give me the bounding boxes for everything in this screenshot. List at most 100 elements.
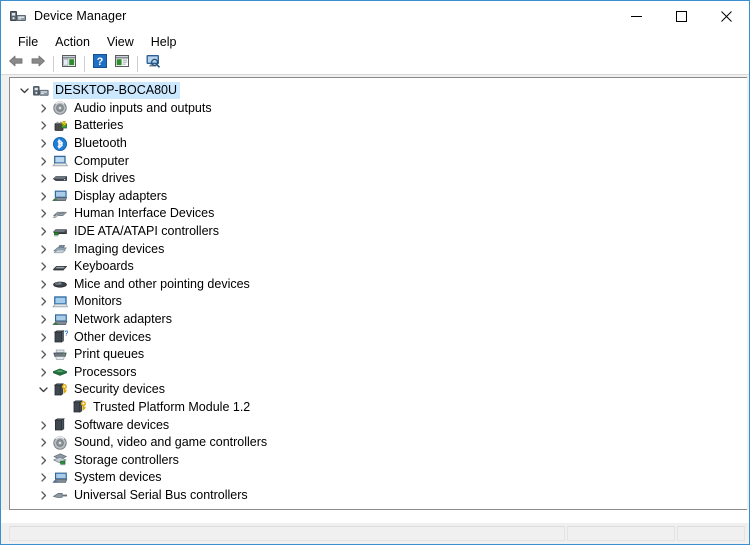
tree-item-bluetooth[interactable]: Bluetooth <box>10 135 747 153</box>
chevron-down-icon[interactable] <box>16 83 32 99</box>
chevron-right-icon[interactable] <box>35 487 51 503</box>
chevron-right-icon[interactable] <box>35 206 51 222</box>
chevron-right-icon[interactable] <box>35 171 51 187</box>
device-manager-window: Device Manager File Action View Help ? D… <box>0 0 750 545</box>
tree-item-network-adapters[interactable]: Network adapters <box>10 311 747 329</box>
tree-item-label: Security devices <box>74 382 166 397</box>
chevron-down-icon[interactable] <box>35 382 51 398</box>
maximize-button[interactable] <box>659 1 704 31</box>
tree-item-monitors[interactable]: Monitors <box>10 293 747 311</box>
chevron-right-icon[interactable] <box>35 364 51 380</box>
scan-hardware-icon <box>145 54 161 73</box>
chevron-right-icon[interactable] <box>35 224 51 240</box>
minimize-button[interactable] <box>614 1 659 31</box>
toolbar-separator <box>84 55 85 72</box>
tree-item-label: Disk drives <box>74 171 136 186</box>
speaker-icon <box>51 435 68 451</box>
tree-item-security-devices[interactable]: Security devices <box>10 381 747 399</box>
tree-item-trusted-platform-module[interactable]: Trusted Platform Module 1.2 <box>10 399 747 417</box>
properties-icon <box>114 54 130 73</box>
show-hide-console-tree-button[interactable] <box>58 54 80 74</box>
chevron-right-icon[interactable] <box>35 118 51 134</box>
tree-item-processors[interactable]: Processors <box>10 364 747 382</box>
forward-button[interactable] <box>27 54 49 74</box>
usb-controller-icon <box>51 487 68 503</box>
tree-item-software-devices[interactable]: Software devices <box>10 416 747 434</box>
tree-item-keyboards[interactable]: Keyboards <box>10 258 747 276</box>
tree-item-label: Computer <box>74 153 129 168</box>
tree-item-label: Print queues <box>74 347 145 362</box>
chevron-right-icon[interactable] <box>35 312 51 328</box>
device-tree-pane[interactable]: DESKTOP-BOCA80U Audio inputs and outputs… <box>9 77 747 510</box>
tree-item-batteries[interactable]: Batteries <box>10 117 747 135</box>
chevron-right-icon[interactable] <box>35 470 51 486</box>
tree-item-storage-controllers[interactable]: Storage controllers <box>10 451 747 469</box>
security-device-icon <box>51 382 68 398</box>
chevron-right-icon[interactable] <box>35 188 51 204</box>
help-button[interactable]: ? <box>89 54 111 74</box>
ide-controller-icon <box>51 224 68 240</box>
menu-action[interactable]: Action <box>47 33 98 52</box>
window-controls <box>614 1 749 31</box>
battery-icon <box>51 118 68 134</box>
tree-item-label: IDE ATA/ATAPI controllers <box>74 224 219 239</box>
tree-item-label: Other devices <box>74 329 152 344</box>
chevron-right-icon[interactable] <box>35 100 51 116</box>
chevron-right-icon[interactable] <box>35 136 51 152</box>
chevron-right-icon[interactable] <box>35 294 51 310</box>
menu-view[interactable]: View <box>99 33 142 52</box>
chevron-right-icon[interactable] <box>35 329 51 345</box>
properties-button[interactable] <box>111 54 133 74</box>
tree-item-label: Sound, video and game controllers <box>74 435 268 450</box>
close-button[interactable] <box>704 1 749 31</box>
menu-file[interactable]: File <box>10 33 46 52</box>
chevron-right-icon[interactable] <box>35 347 51 363</box>
tree-item-label: Bluetooth <box>74 136 127 151</box>
forward-arrow-icon <box>30 54 46 73</box>
tree-item-ide-ata-atapi-controllers[interactable]: IDE ATA/ATAPI controllers <box>10 223 747 241</box>
system-device-icon <box>51 470 68 486</box>
status-pane-main <box>9 526 565 541</box>
tree-item-human-interface-devices[interactable]: Human Interface Devices <box>10 205 747 223</box>
tree-item-root[interactable]: DESKTOP-BOCA80U <box>10 82 747 100</box>
status-pane-second <box>567 526 675 541</box>
chevron-right-icon[interactable] <box>35 241 51 257</box>
scan-for-hardware-changes-button[interactable] <box>142 54 164 74</box>
menu-bar: File Action View Help <box>1 31 749 53</box>
tree-item-universal-serial-bus-controllers[interactable]: Universal Serial Bus controllers <box>10 487 747 505</box>
other-device-icon: ? <box>51 329 68 345</box>
minimize-icon <box>631 11 642 22</box>
tree-item-audio-inputs-and-outputs[interactable]: Audio inputs and outputs <box>10 100 747 118</box>
tree-item-disk-drives[interactable]: Disk drives <box>10 170 747 188</box>
tree-item-display-adapters[interactable]: Display adapters <box>10 188 747 206</box>
chevron-right-icon[interactable] <box>35 153 51 169</box>
chevron-right-icon[interactable] <box>35 435 51 451</box>
tree-item-label: Human Interface Devices <box>74 206 215 221</box>
tree-item-imaging-devices[interactable]: Imaging devices <box>10 240 747 258</box>
menu-help[interactable]: Help <box>143 33 185 52</box>
tree-item-sound-video-and-game-controllers[interactable]: Sound, video and game controllers <box>10 434 747 452</box>
tree-item-label: Trusted Platform Module 1.2 <box>93 399 251 414</box>
back-button[interactable] <box>5 54 27 74</box>
tree-item-label: Keyboards <box>74 259 134 274</box>
tree-item-print-queues[interactable]: Print queues <box>10 346 747 364</box>
status-bar <box>1 522 749 544</box>
tree-item-other-devices[interactable]: ? Other devices <box>10 328 747 346</box>
display-adapter-icon <box>51 188 68 204</box>
chevron-right-icon[interactable] <box>35 452 51 468</box>
tree-item-computer[interactable]: Computer <box>10 152 747 170</box>
mouse-icon <box>51 276 68 292</box>
device-tree: DESKTOP-BOCA80U Audio inputs and outputs… <box>10 78 747 504</box>
computer-icon <box>51 153 68 169</box>
content-area: DESKTOP-BOCA80U Audio inputs and outputs… <box>1 75 749 510</box>
toolbar-separator <box>53 55 54 72</box>
tree-item-mice-and-other-pointing-devices[interactable]: Mice and other pointing devices <box>10 276 747 294</box>
bluetooth-icon <box>51 136 68 152</box>
chevron-right-icon[interactable] <box>35 259 51 275</box>
tree-item-system-devices[interactable]: System devices <box>10 469 747 487</box>
tree-item-label: Imaging devices <box>74 241 165 256</box>
maximize-icon <box>676 10 687 22</box>
chevron-right-icon[interactable] <box>35 417 51 433</box>
disk-drive-icon <box>51 171 68 187</box>
chevron-right-icon[interactable] <box>35 276 51 292</box>
